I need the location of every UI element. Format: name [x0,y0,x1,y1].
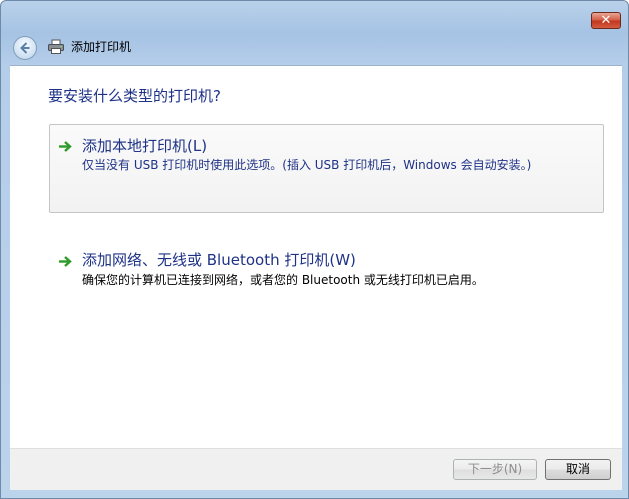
wizard-footer: 下一步(N) 取消 [10,448,622,490]
page-heading: 要安装什么类型的打印机? [48,87,221,105]
printer-icon [48,39,64,54]
back-button[interactable] [13,36,37,60]
green-arrow-icon [59,141,72,152]
option-title: 添加本地打印机(L) [82,137,208,155]
add-printer-window: ✕ 添加打印机 要安装什么类型的打印机? 添加本地打印机(L) 仅当没有 USB… [0,0,629,499]
next-button[interactable]: 下一步(N) [453,459,537,480]
close-button[interactable]: ✕ [591,12,621,29]
green-arrow-icon [59,256,72,267]
option-title: 添加网络、无线或 Bluetooth 打印机(W) [82,251,356,269]
close-icon: ✕ [600,13,612,28]
window-title: 添加打印机 [71,40,132,54]
option-description: 确保您的计算机已连接到网络，或者您的 Bluetooth 或无线打印机已启用。 [82,273,484,287]
option-add-local-printer[interactable]: 添加本地打印机(L) 仅当没有 USB 打印机时使用此选项。(插入 USB 打印… [49,124,604,213]
back-arrow-icon [20,42,30,54]
cancel-button[interactable]: 取消 [545,459,611,480]
option-description: 仅当没有 USB 打印机时使用此选项。(插入 USB 打印机后，Windows … [82,158,532,172]
wizard-content: 要安装什么类型的打印机? 添加本地打印机(L) 仅当没有 USB 打印机时使用此… [10,65,622,449]
option-add-network-printer[interactable]: 添加网络、无线或 Bluetooth 打印机(W) 确保您的计算机已连接到网络，… [49,241,602,311]
